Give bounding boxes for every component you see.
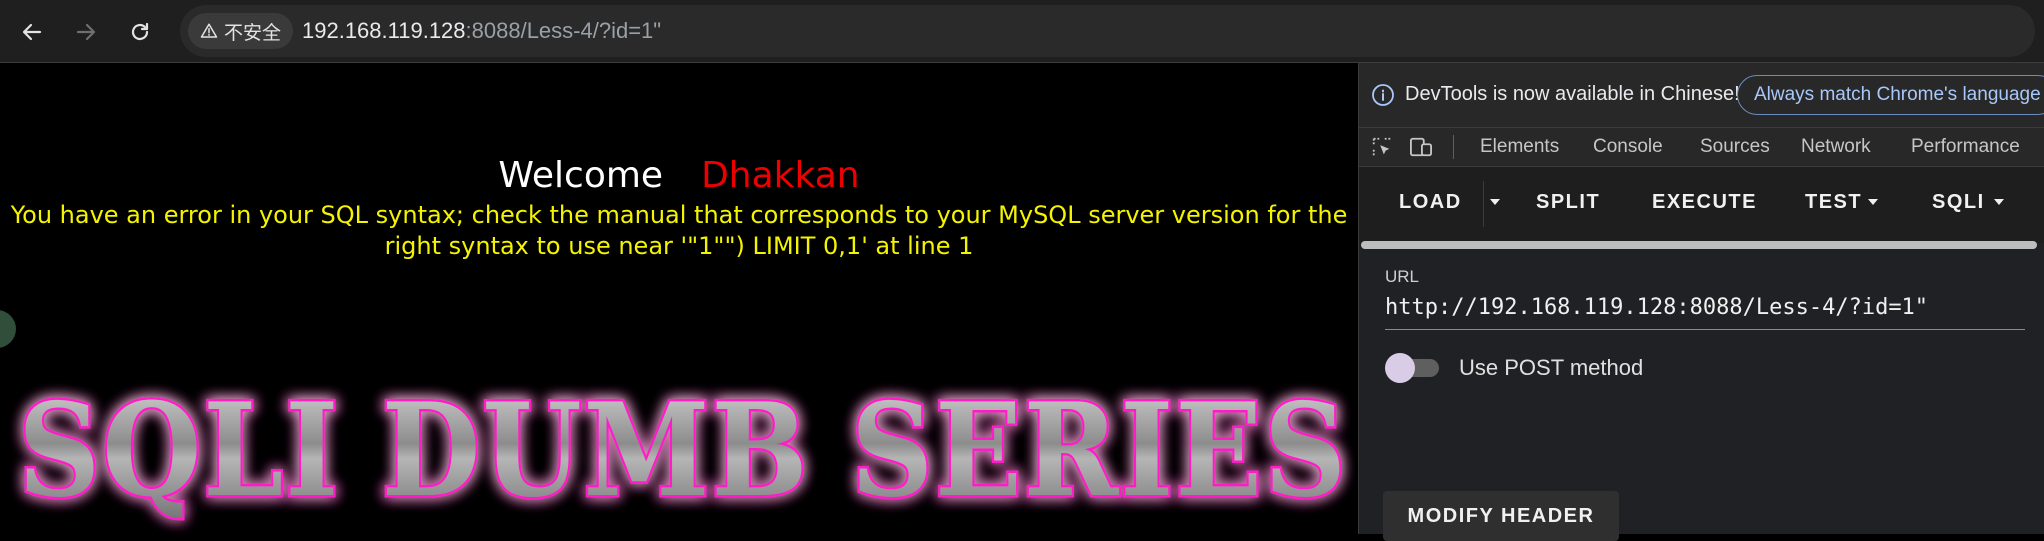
warning-icon [200,23,218,38]
infobar-message: DevTools is now available in Chinese! [1405,83,1740,105]
forward-arrow-icon [76,23,96,41]
tab-console[interactable]: Console [1593,136,1663,158]
toolbar-divider [1453,135,1454,159]
execute-button[interactable]: EXECUTE [1652,191,1757,214]
test-dropdown-icon [1868,199,1878,205]
page-viewport: Welcome Dhakkan You have an error in your… [0,63,1358,534]
tab-network[interactable]: Network [1801,136,1871,158]
load-button[interactable]: LOAD [1399,191,1462,214]
welcome-name: Dhakkan [701,155,860,196]
post-method-label: Use POST method [1459,355,1644,380]
forward-button[interactable] [66,12,106,52]
url-text[interactable]: 192.168.119.128:8088/Less-4/?id=1" [302,18,661,44]
url-input[interactable]: http://192.168.119.128:8088/Less-4/?id=1… [1385,295,2025,330]
security-chip[interactable]: 不安全 [188,13,294,49]
browser-toolbar: 不安全 192.168.119.128:8088/Less-4/?id=1" [0,0,2044,63]
tab-sources[interactable]: Sources [1700,136,1770,158]
sqli-menu-button[interactable]: SQLI [1932,191,1985,214]
button-divider [1483,181,1484,227]
load-dropdown-icon[interactable] [1489,197,1501,207]
reload-icon [131,22,149,41]
horizontal-scrollbar[interactable] [1361,241,2037,249]
match-language-button[interactable]: Always match Chrome's language [1737,75,2044,115]
reload-button[interactable] [120,12,160,52]
back-button[interactable] [12,12,52,52]
url-host: 192.168.119.128 [302,18,466,43]
url-path: :8088/Less-4/?id=1" [465,18,662,43]
sqli-dropdown-icon [1994,199,2004,205]
test-menu-button[interactable]: TEST [1805,191,1862,214]
inspect-element-icon[interactable] [1371,136,1393,158]
devtools-infobar: DevTools is now available in Chinese! Al… [1359,63,2044,128]
sqli-banner-image: SQLI DUMB SERIES [16,374,1349,529]
security-label: 不安全 [224,22,282,44]
floating-side-handle[interactable] [0,310,16,348]
device-toolbar-icon[interactable] [1409,136,1433,158]
banner-text: SQLI DUMB SERIES [18,376,1348,526]
tab-elements[interactable]: Elements [1480,136,1559,158]
welcome-heading: Welcome Dhakkan [0,155,1358,196]
split-button[interactable]: SPLIT [1536,191,1600,214]
back-arrow-icon [22,23,42,41]
welcome-label: Welcome [498,155,664,196]
address-bar[interactable]: 不安全 192.168.119.128:8088/Less-4/?id=1" [180,5,2035,57]
sql-error-message: You have an error in your SQL syntax; ch… [10,201,1348,260]
hackbar-toolbar: LOAD SPLIT EXECUTE TEST SQLI [1359,167,2044,243]
toggle-knob [1385,353,1415,383]
devtools-panel: DevTools is now available in Chinese! Al… [1358,63,2044,541]
info-icon [1372,84,1394,106]
devtools-tabs: Elements Console Sources Network Perform… [1359,128,2044,167]
tab-performance[interactable]: Performance [1911,136,2020,158]
post-method-toggle[interactable] [1385,353,1443,383]
url-field-label: URL [1385,267,1420,286]
